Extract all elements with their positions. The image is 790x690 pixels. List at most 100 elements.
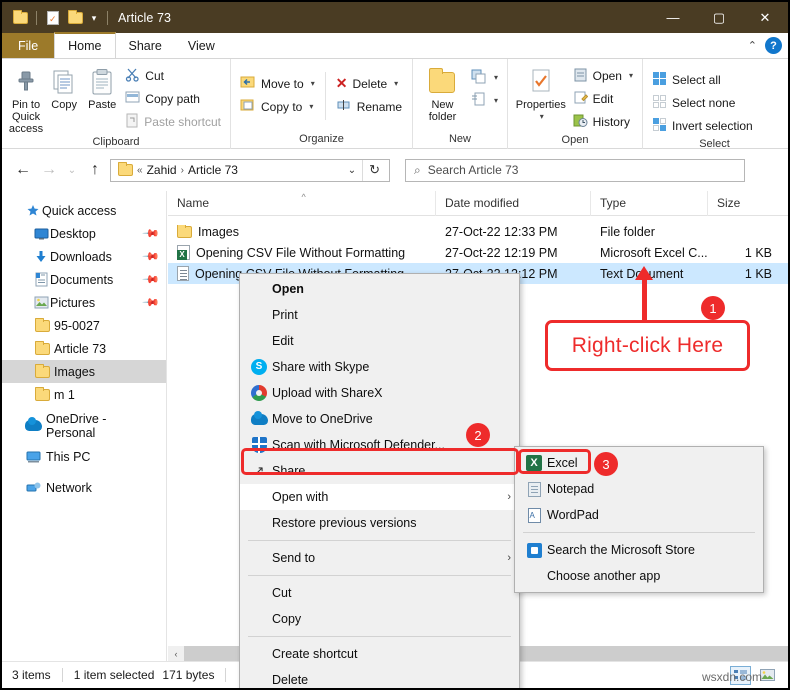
collapse-ribbon-icon[interactable]: ⌃ [748,39,757,52]
pin-icon[interactable]: 📌 [142,224,161,243]
refresh-button[interactable]: ↻ [363,162,386,178]
table-row[interactable]: Images 27-Oct-22 12:33 PM File folder [168,221,788,242]
sidebar-item-pictures[interactable]: Pictures 📌 [2,291,166,314]
move-to-button[interactable]: Move to ▾ [236,72,319,95]
menu-item-delete[interactable]: Delete [240,667,519,688]
qat-folder-icon[interactable] [10,7,30,29]
back-button[interactable]: ← [10,157,36,183]
menu-item-open-with[interactable]: Open with › [240,484,519,510]
submenu-item-notepad[interactable]: Notepad [515,476,763,502]
chevron-down-icon[interactable]: ▾ [311,79,315,88]
sidebar-item-this-pc[interactable]: This PC [2,445,166,468]
table-row[interactable]: Opening CSV File Without Formatting 27-O… [168,242,788,263]
sidebar-item-downloads[interactable]: Downloads 📌 [2,245,166,268]
sidebar-item-network[interactable]: Network [2,476,166,499]
breadcrumb-item-zahid[interactable]: Zahid [147,163,177,177]
menu-item-send-to[interactable]: Send to › [240,545,519,571]
sidebar-label: Network [46,480,92,495]
copy-path-button[interactable]: Copy path [121,87,225,110]
tab-home[interactable]: Home [54,32,116,58]
file-date: 27-Oct-22 12:33 PM [445,224,558,239]
copy-button[interactable]: Copy [45,62,83,111]
tab-view[interactable]: View [175,33,228,58]
menu-item-share-with-skype[interactable]: S Share with Skype [240,354,519,380]
pin-to-quick-access-button[interactable]: Pin to Quick access [7,62,45,135]
chevron-down-icon[interactable]: ▾ [309,102,313,111]
properties-button[interactable]: Properties ▾ [513,62,569,123]
delete-button[interactable]: ✕ Delete ▾ [332,72,406,95]
pin-icon[interactable]: 📌 [142,270,161,289]
menu-item-restore-previous-versions[interactable]: Restore previous versions [240,510,519,536]
column-header-name[interactable]: ^ Name [168,190,436,216]
qat-properties-icon[interactable]: ✓ [43,7,63,29]
help-icon[interactable]: ? [765,37,782,54]
tab-share[interactable]: Share [116,33,175,58]
minimize-button[interactable]: — [650,2,696,33]
callout-text: Right-click Here [571,333,724,357]
sidebar-item-quick-access[interactable]: Quick access [2,199,166,222]
menu-item-print[interactable]: Print [240,302,519,328]
forward-button[interactable]: → [36,157,62,183]
breadcrumb-overflow-icon[interactable]: « [137,165,143,176]
recent-locations-button[interactable]: ⌄ [62,157,82,183]
menu-item-open[interactable]: Open [240,276,519,302]
search-input[interactable]: ⌕ Search Article 73 [405,158,745,182]
chevron-down-icon[interactable]: ▾ [540,111,544,123]
menu-item-create-shortcut[interactable]: Create shortcut [240,641,519,667]
qat-chevron-down-icon[interactable]: ▾ [87,7,101,29]
submenu-item-wordpad[interactable]: WordPad [515,502,763,528]
sidebar-item-images[interactable]: Images [2,360,166,383]
address-input[interactable]: « Zahid › Article 73 ⌄ ↻ [110,158,390,182]
chevron-down-icon[interactable]: ▾ [629,71,633,80]
tab-file[interactable]: File [2,33,55,58]
sidebar-item-desktop[interactable]: Desktop 📌 [2,222,166,245]
sidebar-item-article-73[interactable]: Article 73 [2,337,166,360]
menu-item-share[interactable]: ↗ Share [240,458,519,484]
copy-to-button[interactable]: Copy to ▾ [236,95,319,118]
menu-item-upload-with-sharex[interactable]: Upload with ShareX [240,380,519,406]
menu-item-cut[interactable]: Cut [240,580,519,606]
chevron-down-icon[interactable]: ▾ [494,73,498,82]
edit-button[interactable]: Edit [569,87,637,110]
menu-label: WordPad [547,508,599,522]
maximize-button[interactable]: ▢ [696,2,742,33]
history-button[interactable]: History [569,110,637,133]
paste-button[interactable]: Paste [83,62,121,111]
chevron-down-icon[interactable]: ▾ [394,79,398,88]
pin-icon[interactable]: 📌 [142,293,161,312]
menu-item-edit[interactable]: Edit [240,328,519,354]
close-button[interactable]: ✕ [742,2,788,33]
easy-access-button[interactable]: ▾ [467,89,502,112]
select-all-button[interactable]: Select all [648,68,757,91]
open-button[interactable]: Open ▾ [569,64,637,87]
column-header-date-modified[interactable]: Date modified [436,190,591,216]
submenu-item-excel[interactable]: X Excel [515,450,763,476]
ribbon-group-new: New folder ▾ ▾ New [413,59,508,149]
sidebar-item-m-1[interactable]: m 1 [2,383,166,406]
sidebar-item-onedrive[interactable]: OneDrive - Personal [2,412,166,440]
menu-item-copy[interactable]: Copy [240,606,519,632]
up-button[interactable]: ↑ [82,157,108,183]
new-item-button[interactable]: ▾ [467,66,502,89]
pin-icon[interactable]: 📌 [142,247,161,266]
sidebar-item-documents[interactable]: Documents 📌 [2,268,166,291]
qat-new-folder-icon[interactable] [65,7,85,29]
column-header-type[interactable]: Type [591,190,708,216]
rename-button[interactable]: Rename [332,95,406,118]
menu-label: Create shortcut [272,647,358,661]
submenu-item-search-microsoft-store[interactable]: Search the Microsoft Store [515,537,763,563]
invert-selection-button[interactable]: Invert selection [648,114,757,137]
column-header-size[interactable]: Size [708,191,786,216]
paste-shortcut-button[interactable]: Paste shortcut [121,110,225,133]
new-folder-button[interactable]: New folder [418,62,467,123]
chevron-down-icon[interactable]: ▾ [494,96,498,105]
submenu-item-choose-another-app[interactable]: Choose another app [515,563,763,589]
sidebar-item-95-0027[interactable]: 95-0027 [2,314,166,337]
breadcrumb-item-article-73[interactable]: Article 73 [188,163,238,177]
file-name: Images [198,224,239,239]
scroll-left-icon[interactable]: ‹ [168,646,184,661]
address-dropdown-icon[interactable]: ⌄ [342,165,362,176]
cut-button[interactable]: Cut [121,64,225,87]
copy-path-label: Copy path [145,91,200,106]
select-none-button[interactable]: Select none [648,91,757,114]
